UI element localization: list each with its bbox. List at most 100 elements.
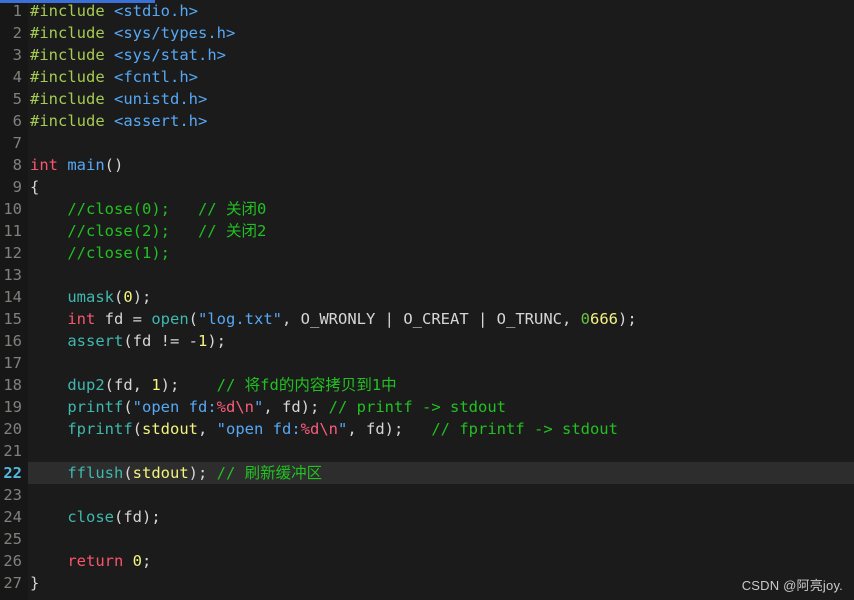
code-line[interactable]: 23 [0, 484, 854, 506]
line-number: 23 [3, 486, 22, 504]
code-token: // 将fd的内容拷贝到1中 [179, 376, 397, 394]
line-text: int fd = open("log.txt", O_WRONLY | O_CR… [30, 308, 636, 330]
code-line[interactable]: 13 [0, 264, 854, 286]
watermark: CSDN @阿亮joy. [741, 578, 843, 593]
code-line[interactable]: 7 [0, 132, 854, 154]
code-token: O_WRONLY [300, 310, 376, 328]
code-token: fd = [95, 310, 152, 328]
code-token: <assert.h> [114, 112, 208, 130]
line-text: //close(0); // 关闭0 [30, 198, 266, 220]
line-text: #include <sys/types.h> [30, 22, 235, 44]
code-token: stdout [132, 464, 189, 482]
line-number: 25 [3, 530, 22, 548]
code-editor[interactable]: 1 #include <stdio.h> 2 #include <sys/types.… [0, 0, 854, 600]
code-token: (fd != - [123, 332, 198, 350]
code-line[interactable]: 27} [0, 572, 854, 594]
code-content-area[interactable]: 1 #include <stdio.h> 2 #include <sys/types.… [0, 0, 854, 600]
code-line[interactable]: 10 //close(0); // 关闭0 [0, 198, 854, 220]
code-line[interactable]: 18 dup2(fd, 1); // 将fd的内容拷贝到1中 [0, 374, 854, 396]
code-line[interactable]: 4 #include <fcntl.h> [0, 66, 854, 88]
code-token: open [151, 310, 189, 328]
code-token: ( [114, 288, 124, 306]
code-line[interactable]: 16 assert(fd != -1); [0, 330, 854, 352]
code-token: ); [188, 464, 208, 482]
code-token: ( [123, 464, 133, 482]
line-number: 5 [12, 90, 22, 108]
code-line[interactable]: 2 #include <sys/types.h> [0, 22, 854, 44]
line-number: 12 [3, 244, 22, 262]
top-accent-bar [0, 0, 155, 3]
code-token: ); [160, 376, 180, 394]
code-token: "log.txt" [198, 310, 282, 328]
code-token: int [30, 156, 68, 174]
line-number: 14 [3, 288, 22, 306]
code-line[interactable]: 22 fflush(stdout); // 刷新缓冲区 [0, 462, 854, 484]
code-line[interactable]: 24 close(fd); [0, 506, 854, 528]
line-number: 8 [12, 156, 22, 174]
code-token: stdout [142, 420, 198, 438]
code-line[interactable]: 17 [0, 352, 854, 374]
line-number: 1 [12, 2, 22, 20]
code-line[interactable]: 8 int main() [0, 154, 854, 176]
code-token: , [198, 420, 217, 438]
code-token: "open fd: [132, 398, 217, 416]
code-token: main [67, 156, 105, 174]
code-token: , fd); [347, 420, 404, 438]
code-token: close [67, 508, 114, 526]
code-token: ; [142, 552, 152, 570]
line-number: 15 [3, 310, 22, 328]
code-token: #include [30, 68, 114, 86]
code-token: O_CREAT [403, 310, 469, 328]
line-number: 9 [12, 178, 22, 196]
code-token: fprintf [67, 420, 133, 438]
line-number: 19 [3, 398, 22, 416]
code-line[interactable]: 26 return 0; [0, 550, 854, 572]
code-token: ); [207, 332, 226, 350]
code-token: 1 [197, 332, 208, 350]
code-line[interactable]: 20 fprintf(stdout, "open fd:%d\n", fd); … [0, 418, 854, 440]
line-number: 21 [3, 442, 22, 460]
code-token: #include [30, 24, 114, 42]
code-line[interactable]: 15 int fd = open("log.txt", O_WRONLY | O… [0, 308, 854, 330]
code-token: 1 [151, 376, 161, 394]
code-line[interactable]: 11 //close(2); // 关闭2 [0, 220, 854, 242]
line-text: #include <fcntl.h> [30, 66, 198, 88]
code-token: <fcntl.h> [114, 68, 198, 86]
code-token: //close(1); [30, 244, 170, 262]
line-number: 13 [3, 266, 22, 284]
line-number: 18 [3, 376, 22, 394]
code-line[interactable]: 1 #include <stdio.h> [0, 0, 854, 22]
line-text: close(fd); [30, 506, 161, 528]
code-line[interactable]: 19 printf("open fd:%d\n", fd); // printf… [0, 396, 854, 418]
code-line[interactable]: 9{ [0, 176, 854, 198]
code-line[interactable]: 12 //close(1); [0, 242, 854, 264]
code-token: | [468, 310, 497, 328]
code-token: printf [67, 398, 124, 416]
code-token: //close(2); // 关闭2 [30, 222, 267, 240]
code-token: <sys/types.h> [114, 24, 236, 42]
code-token: umask [67, 288, 114, 306]
line-number: 17 [3, 354, 22, 372]
code-token: O_TRUNC [496, 310, 562, 328]
code-line[interactable]: 25 [0, 528, 854, 550]
code-token: <sys/stat.h> [114, 46, 226, 64]
line-number: 27 [3, 574, 22, 592]
code-line[interactable]: 5 #include <unistd.h> [0, 88, 854, 110]
code-token: " [254, 398, 264, 416]
code-line[interactable]: 6 #include <assert.h> [0, 110, 854, 132]
code-token: "open fd: [216, 420, 301, 438]
code-line[interactable]: 14 umask(0); [0, 286, 854, 308]
code-token: %d\n [300, 420, 338, 438]
code-token: } [30, 574, 40, 592]
code-token: | [375, 310, 404, 328]
line-number: 6 [12, 112, 22, 130]
code-token: ( [188, 310, 198, 328]
code-token: return [67, 552, 124, 570]
code-line[interactable]: 3 #include <sys/stat.h> [0, 44, 854, 66]
code-token: (fd); [114, 508, 161, 526]
code-line[interactable]: 21 [0, 440, 854, 462]
